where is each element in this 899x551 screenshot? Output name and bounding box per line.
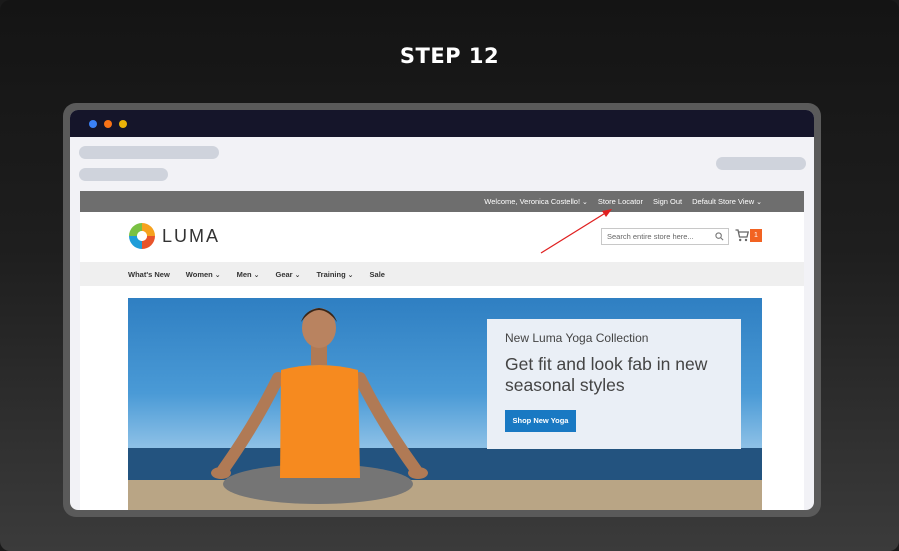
welcome-dropdown[interactable]: Welcome, Veronica Costello! ⌄ [484,197,588,206]
nav-item-sale[interactable]: Sale [370,270,385,279]
placeholder-bar [716,157,806,170]
store-locator-link[interactable]: Store Locator [598,197,643,206]
luma-page: Welcome, Veronica Costello! ⌄ Store Locat… [80,191,804,510]
promo-title: Get fit and look fab in new seasonal sty… [505,354,708,395]
window-dot-icon [89,120,97,128]
browser-viewport: Welcome, Veronica Costello! ⌄ Store Locat… [70,110,814,510]
search-placeholder: Search entire store here... [607,232,694,241]
hero-banner: New Luma Yoga Collection Get fit and loo… [128,298,762,510]
chevron-down-icon: ⌄ [294,271,301,279]
cart-count-badge[interactable]: 1 [750,229,762,242]
promo-panel: New Luma Yoga Collection Get fit and loo… [487,319,741,449]
chevron-down-icon: ⌄ [756,199,762,206]
window-dot-icon [104,120,112,128]
welcome-text: Welcome, Veronica Costello! [484,197,581,206]
placeholder-bar [79,168,168,181]
site-header: LUMA Search entire store here... 1 [80,212,804,262]
tutorial-stage: STEP 12 Welcome, Veronica Costello! ⌄ Sto… [0,0,899,551]
chevron-down-icon: ⌄ [253,271,260,279]
logo-wordmark[interactable]: LUMA [162,226,220,247]
browser-window: Welcome, Veronica Costello! ⌄ Store Locat… [63,103,821,517]
placeholder-bar [79,146,219,159]
step-title: STEP 12 [399,44,500,68]
window-dot-icon [119,120,127,128]
nav-item-women[interactable]: Women ⌄ [186,270,221,279]
search-input[interactable]: Search entire store here... [601,228,729,245]
search-icon[interactable] [715,232,724,241]
nav-label: Women [185,269,213,279]
nav-item-gear[interactable]: Gear ⌄ [276,270,301,279]
cart-icon[interactable] [735,229,749,242]
store-view-switcher[interactable]: Default Store View ⌄ [692,197,762,206]
nav-item-training[interactable]: Training ⌄ [316,270,353,279]
chevron-down-icon: ⌄ [347,271,354,279]
nav-label: Men [236,269,252,279]
nav-item-men[interactable]: Men ⌄ [237,270,260,279]
nav-label: Training [316,269,346,279]
chevron-down-icon: ⌄ [214,271,221,279]
nav-label: Gear [275,269,293,279]
main-nav: What's New Women ⌄ Men ⌄ Gear ⌄ Training ⌄ S… [80,262,804,286]
top-links-bar: Welcome, Veronica Costello! ⌄ Store Locat… [80,191,804,212]
promo-subtitle: New Luma Yoga Collection [505,331,649,345]
nav-item-whats-new[interactable]: What's New [128,270,170,279]
store-view-label: Default Store View [692,197,755,206]
chevron-down-icon: ⌄ [582,199,588,206]
browser-titlebar [70,110,814,137]
sign-out-link[interactable]: Sign Out [653,197,682,206]
luma-logo-icon[interactable] [128,222,156,250]
shop-new-yoga-button[interactable]: Shop New Yoga [505,410,576,432]
